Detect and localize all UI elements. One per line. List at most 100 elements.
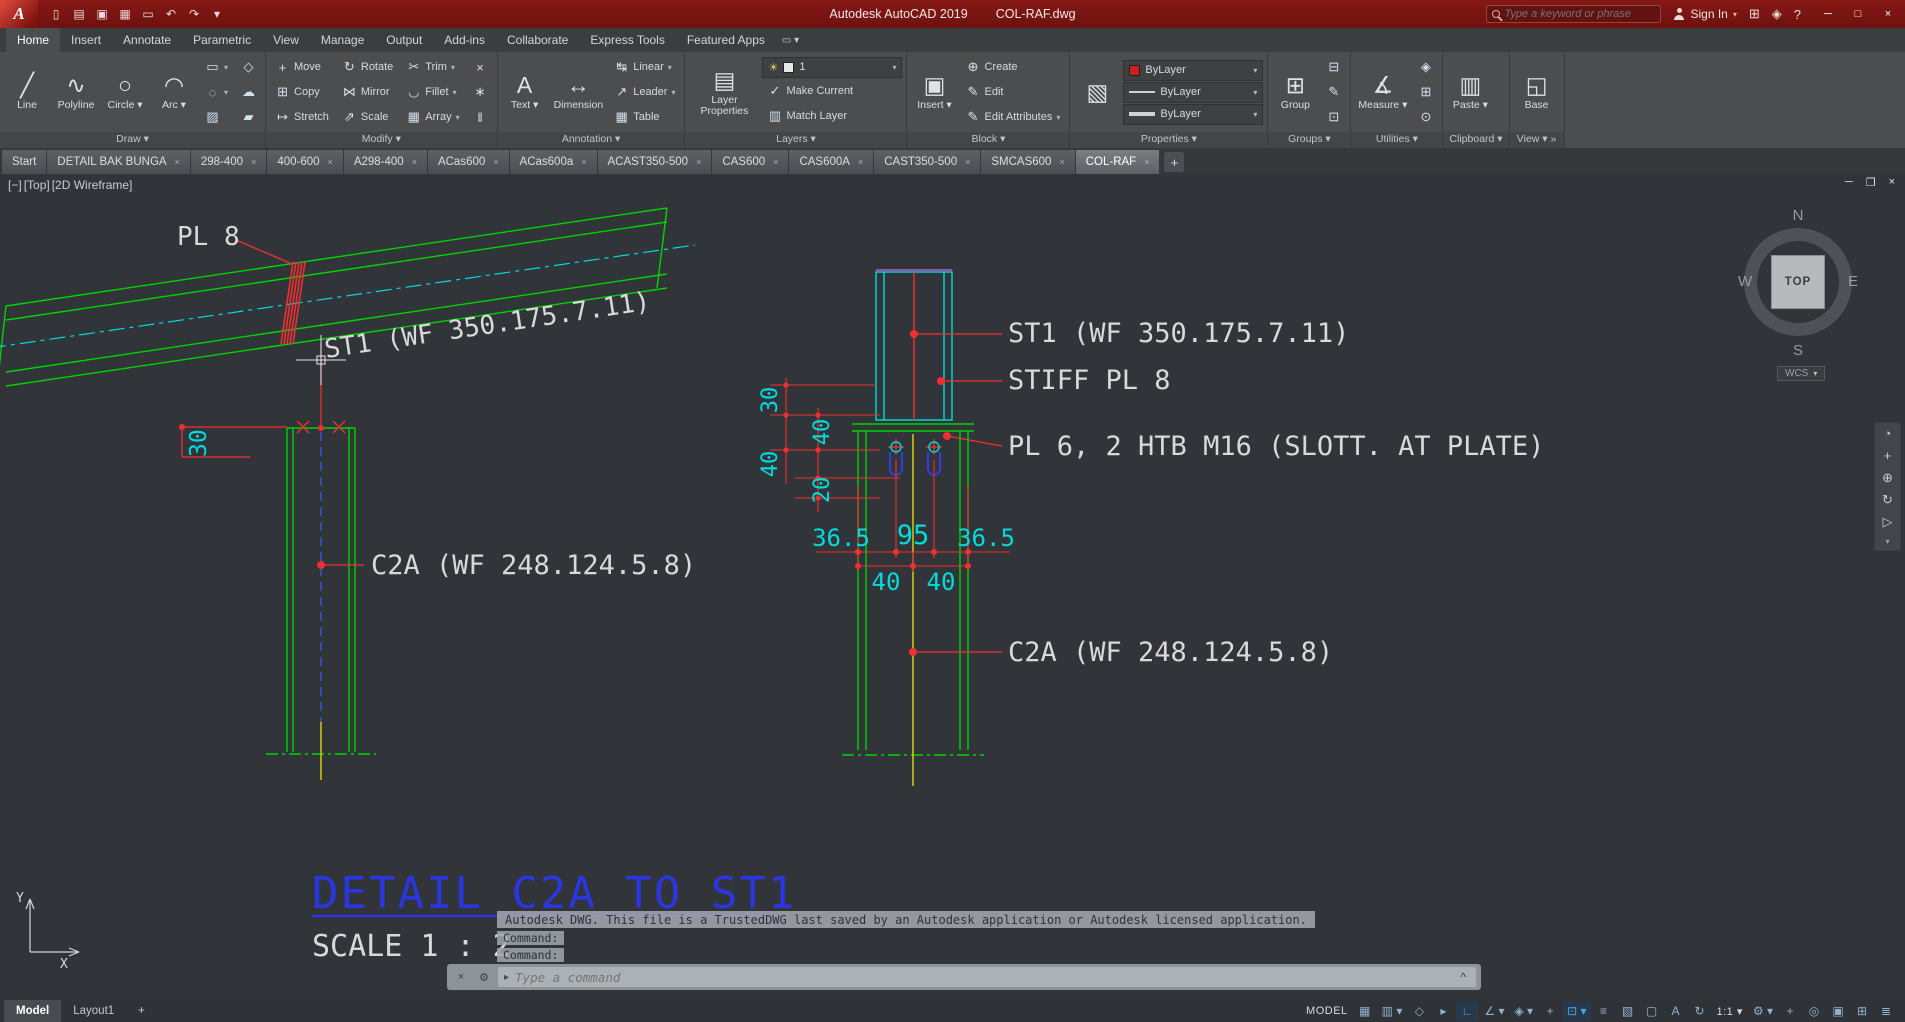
scale-button[interactable]: ⇗Scale bbox=[337, 105, 398, 129]
object-color-select[interactable]: ByLayer▾ bbox=[1123, 60, 1263, 81]
ellipse-button[interactable]: ◌▾ bbox=[200, 80, 233, 104]
qat-menu-icon[interactable]: ▾ bbox=[207, 4, 227, 24]
search-input[interactable] bbox=[1504, 8, 1655, 20]
revision-cloud-button[interactable]: ☁ bbox=[236, 80, 261, 104]
customize-icon[interactable]: ≣ bbox=[1875, 1001, 1897, 1021]
file-tab-smcas600[interactable]: SMCAS600× bbox=[981, 150, 1074, 174]
move-button[interactable]: +Move bbox=[270, 55, 334, 79]
model-space-button[interactable]: MODEL bbox=[1302, 1001, 1352, 1021]
annotation-monitor-icon[interactable]: + bbox=[1779, 1001, 1801, 1021]
file-tab-acast350-500[interactable]: ACAST350-500× bbox=[598, 150, 712, 174]
close-button[interactable]: × bbox=[1873, 2, 1903, 26]
pan-icon[interactable]: + bbox=[1884, 449, 1892, 463]
match-layer-button[interactable]: ▥Match Layer bbox=[762, 104, 902, 128]
graphics-performance-icon[interactable]: ▣ bbox=[1827, 1001, 1849, 1021]
array-button[interactable]: ▦Array▾ bbox=[401, 105, 464, 129]
grid-display-icon[interactable]: ▦ bbox=[1354, 1001, 1376, 1021]
sign-in-button[interactable]: Sign In ▾ bbox=[1673, 7, 1736, 21]
dimension-button[interactable]: ↔Dimension bbox=[551, 54, 607, 130]
panel-label-layers[interactable]: Layers ▾ bbox=[685, 132, 906, 148]
stretch-button[interactable]: ↦Stretch bbox=[270, 105, 334, 129]
help-icon[interactable]: ? bbox=[1794, 7, 1801, 22]
close-tab-icon[interactable]: × bbox=[965, 157, 970, 167]
orbit-icon[interactable]: ↻ bbox=[1882, 493, 1893, 507]
quick-select-button[interactable]: ◈ bbox=[1413, 55, 1438, 79]
circle-button[interactable]: ○Circle ▾ bbox=[102, 54, 148, 130]
file-tab-acas600a[interactable]: ACas600a× bbox=[510, 150, 597, 174]
show-motion-icon[interactable]: ▷ bbox=[1883, 515, 1893, 529]
cad-canvas[interactable]: PL 8 ST1 (WF 350.175.7.11) bbox=[0, 174, 1905, 1000]
minimize-button[interactable]: ─ bbox=[1813, 2, 1843, 26]
ribbon-tab-parametric[interactable]: Parametric bbox=[182, 28, 262, 52]
file-tab-298-400[interactable]: 298-400× bbox=[191, 150, 266, 174]
close-tab-icon[interactable]: × bbox=[1144, 157, 1149, 167]
maximize-button[interactable]: □ bbox=[1843, 2, 1873, 26]
panel-label-clipboard[interactable]: Clipboard ▾ bbox=[1443, 132, 1508, 148]
boundary-button[interactable]: ◇ bbox=[236, 55, 261, 79]
command-expand-icon[interactable]: ^ bbox=[1456, 970, 1470, 984]
ribbon-tab-collaborate[interactable]: Collaborate bbox=[496, 28, 579, 52]
infer-constraints-icon[interactable]: ◇ bbox=[1408, 1001, 1430, 1021]
dynamic-input-icon[interactable]: ▸ bbox=[1432, 1001, 1454, 1021]
edit-attributes-button[interactable]: ✎Edit Attributes▾ bbox=[960, 105, 1065, 129]
panel-label-view[interactable]: View ▾ » bbox=[1510, 132, 1564, 148]
rectangle-button[interactable]: ▭▾ bbox=[200, 55, 233, 79]
linetype-select[interactable]: ByLayer▾ bbox=[1123, 82, 1263, 103]
clean-screen-icon[interactable]: ⊞ bbox=[1851, 1001, 1873, 1021]
table-button[interactable]: ▦Table bbox=[609, 105, 680, 129]
rotate-button[interactable]: ↻Rotate bbox=[337, 55, 398, 79]
close-tab-icon[interactable]: × bbox=[1059, 157, 1064, 167]
file-tab-detail-bak-bunga[interactable]: DETAIL BAK BUNGA× bbox=[47, 150, 190, 174]
offset-button[interactable]: ‖ bbox=[468, 105, 493, 129]
panel-label-properties[interactable]: Properties ▾ bbox=[1070, 132, 1267, 148]
file-tab-acas600[interactable]: ACas600× bbox=[428, 150, 509, 174]
selection-cycling-icon[interactable]: ▢ bbox=[1641, 1001, 1663, 1021]
drawing-viewport[interactable]: PL 8 ST1 (WF 350.175.7.11) bbox=[0, 174, 1905, 1000]
ribbon-tab-manage[interactable]: Manage bbox=[310, 28, 375, 52]
make-current-button[interactable]: ✓Make Current bbox=[762, 79, 902, 103]
layout-tab-layout1[interactable]: Layout1 bbox=[61, 1000, 126, 1022]
save-icon[interactable]: ▣ bbox=[92, 4, 112, 24]
polyline-button[interactable]: ∿Polyline bbox=[53, 54, 99, 130]
line-button[interactable]: ╱Line bbox=[4, 54, 50, 130]
ribbon-tab-output[interactable]: Output bbox=[375, 28, 433, 52]
close-tab-icon[interactable]: × bbox=[493, 157, 498, 167]
ortho-mode-icon[interactable]: ∟ bbox=[1456, 1001, 1478, 1021]
close-tab-icon[interactable]: × bbox=[251, 157, 256, 167]
command-input-area[interactable]: ▸ ^ bbox=[498, 967, 1476, 987]
panel-label-groups[interactable]: Groups ▾ bbox=[1268, 132, 1350, 148]
group-selection-icon[interactable]: ⊡ bbox=[1321, 105, 1346, 129]
match-properties-button[interactable]: ▧ bbox=[1074, 54, 1120, 130]
open-file-icon[interactable]: ▤ bbox=[69, 4, 89, 24]
group-button[interactable]: ⊞Group bbox=[1272, 54, 1318, 130]
panel-label-draw[interactable]: Draw ▾ bbox=[0, 132, 265, 148]
viewport-view-control[interactable]: [Top] bbox=[24, 178, 50, 192]
help-search-box[interactable] bbox=[1486, 5, 1661, 23]
application-menu-button[interactable]: A bbox=[0, 0, 38, 28]
viewport-menu-control[interactable]: [−] bbox=[8, 178, 22, 192]
text-button[interactable]: AText ▾ bbox=[502, 54, 548, 130]
isometric-drafting-icon[interactable]: ◈ ▾ bbox=[1510, 1001, 1537, 1021]
file-tab-400-600[interactable]: 400-600× bbox=[267, 150, 342, 174]
plot-icon[interactable]: ▭ bbox=[138, 4, 158, 24]
viewcube[interactable]: N S W E TOP WCS ▾ bbox=[1733, 202, 1863, 388]
close-tab-icon[interactable]: × bbox=[696, 157, 701, 167]
quick-calculator-button[interactable]: ⊞ bbox=[1413, 80, 1438, 104]
close-tab-icon[interactable]: × bbox=[858, 157, 863, 167]
polar-tracking-icon[interactable]: ∠ ▾ bbox=[1480, 1001, 1508, 1021]
panel-label-utilities[interactable]: Utilities ▾ bbox=[1351, 132, 1442, 148]
new-tab-button[interactable]: + bbox=[1164, 152, 1184, 172]
annotation-scale-button[interactable]: 1:1 ▾ bbox=[1713, 1001, 1747, 1021]
copy-button[interactable]: ⊞Copy bbox=[270, 80, 334, 104]
ribbon-display-toggle-icon[interactable]: ▭ ▾ bbox=[782, 28, 799, 52]
layout-tab-model[interactable]: Model bbox=[4, 1000, 61, 1022]
insert-block-button[interactable]: ▣Insert ▾ bbox=[911, 54, 957, 130]
create-block-button[interactable]: ⊕Create bbox=[960, 55, 1065, 79]
app-store-icon[interactable]: ⊞ bbox=[1749, 6, 1760, 22]
close-tab-icon[interactable]: × bbox=[328, 157, 333, 167]
workspace-switching-icon[interactable]: ⚙ ▾ bbox=[1749, 1001, 1777, 1021]
erase-button[interactable]: × bbox=[468, 55, 493, 79]
linear-dimension-button[interactable]: ↹Linear▾ bbox=[609, 55, 680, 79]
autoscale-icon[interactable]: ↻ bbox=[1689, 1001, 1711, 1021]
command-customize-icon[interactable]: ⚙ bbox=[475, 968, 493, 986]
